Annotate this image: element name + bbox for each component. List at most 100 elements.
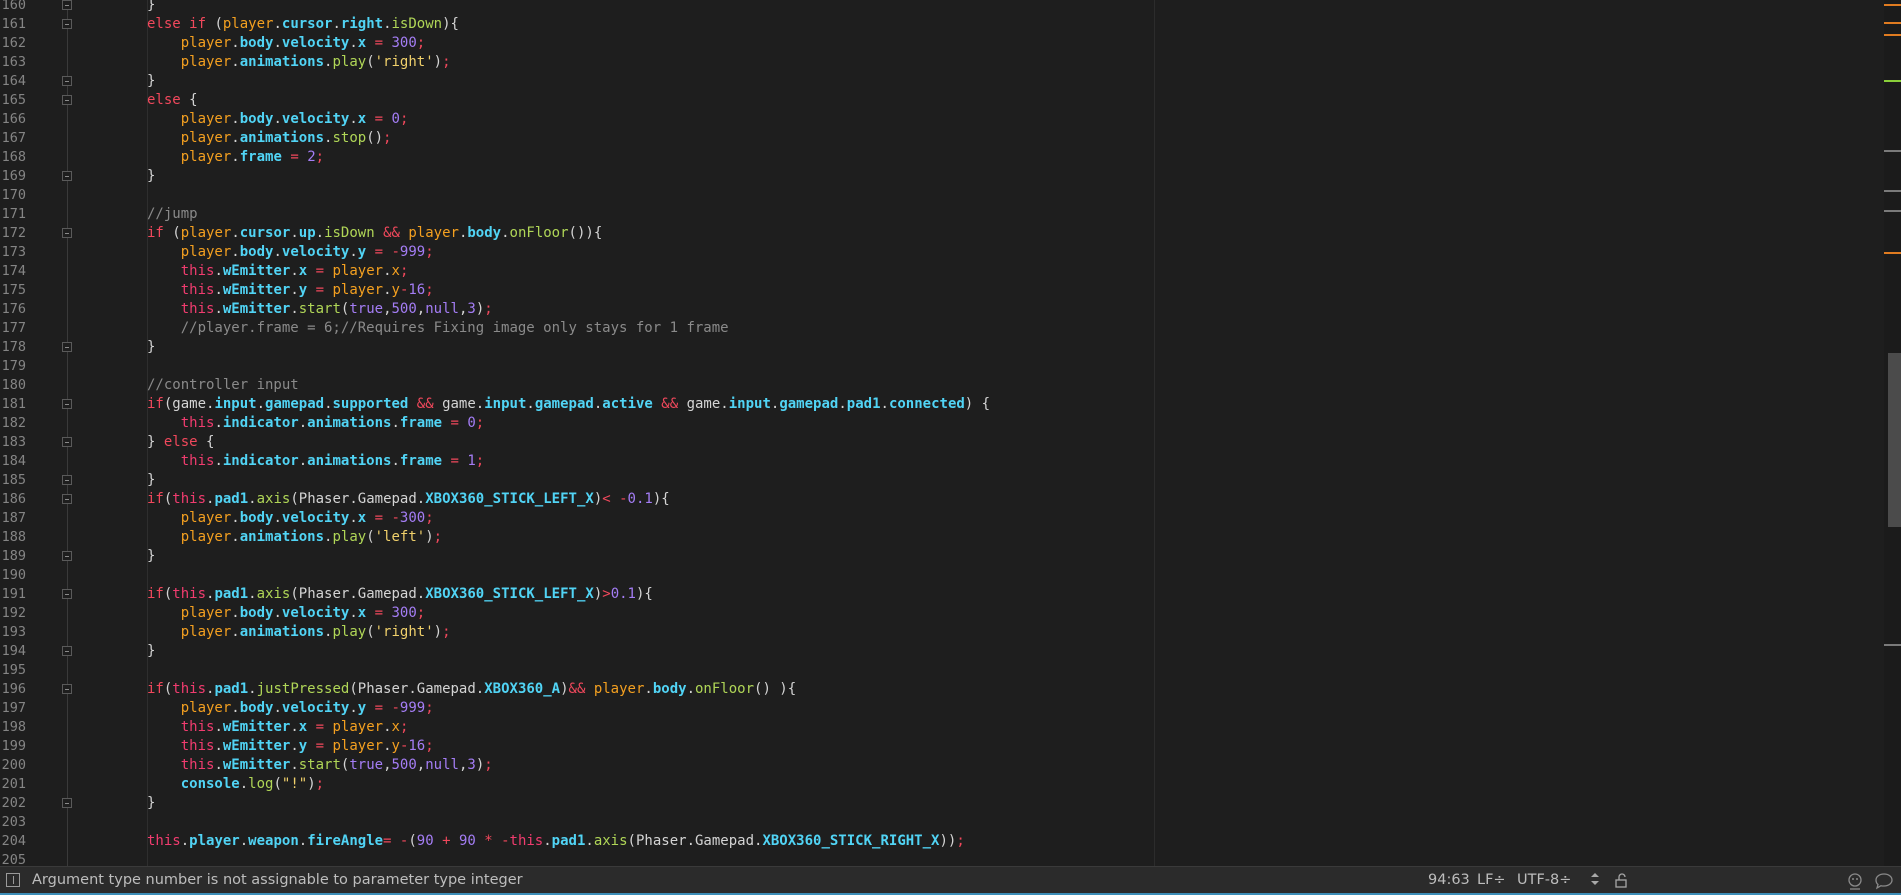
code-line[interactable]: 199 this.wEmitter.y = player.y-16; [0,737,1880,756]
code-lines[interactable]: 160} 161 else if (player.cursor.right.isDo… [0,0,1880,866]
code-line[interactable]: 166 player.body.velocity.x = 0; [0,110,1880,129]
code-line[interactable]: 200 this.wEmitter.start(true,500,null,3)… [0,756,1880,775]
scrollbar-marker[interactable] [1884,4,1901,6]
code-line[interactable]: 191 if(this.pad1.axis(Phaser.Gamepad.XBOX… [0,585,1880,604]
unlock-icon[interactable] [1613,872,1629,892]
code-line[interactable]: 164} [0,72,1880,91]
code-text[interactable]: player.body.velocity.x = 300; [147,34,426,53]
fold-toggle-icon[interactable] [62,551,72,561]
code-text[interactable]: } [147,642,155,661]
code-line[interactable]: 185} [0,471,1880,490]
code-text[interactable]: //controller input [147,376,299,395]
fold-toggle-icon[interactable] [62,95,72,105]
code-text[interactable]: player.frame = 2; [147,148,324,167]
scrollbar-marker[interactable] [1884,34,1901,36]
code-line[interactable]: 181 if(game.input.gamepad.supported && ga… [0,395,1880,414]
code-line[interactable]: 205 [0,851,1880,866]
code-line[interactable]: 188 player.animations.play('left'); [0,528,1880,547]
scrollbar-marker[interactable] [1884,150,1901,152]
code-line[interactable]: 177 //player.frame = 6;//Requires Fixing… [0,319,1880,338]
code-text[interactable]: } [147,547,155,566]
code-line[interactable]: 171 //jump [0,205,1880,224]
code-line[interactable]: 172 if (player.cursor.up.isDown && player… [0,224,1880,243]
code-line[interactable]: 192 player.body.velocity.x = 300; [0,604,1880,623]
code-text[interactable]: //player.frame = 6;//Requires Fixing ima… [147,319,729,338]
code-line[interactable]: 186 if(this.pad1.axis(Phaser.Gamepad.XBOX… [0,490,1880,509]
fold-toggle-icon[interactable] [62,646,72,656]
code-line[interactable]: 170 [0,186,1880,205]
code-text[interactable]: player.animations.stop(); [147,129,392,148]
fold-toggle-icon[interactable] [62,0,72,10]
code-line[interactable]: 165 else { [0,91,1880,110]
code-line[interactable]: 196 if(this.pad1.justPressed(Phaser.Gamep… [0,680,1880,699]
code-text[interactable]: } [147,471,155,490]
code-text[interactable]: player.body.velocity.y = -999; [147,243,434,262]
code-line[interactable]: 198 this.wEmitter.x = player.x; [0,718,1880,737]
code-line[interactable]: 201 console.log("!"); [0,775,1880,794]
code-line[interactable]: 180 //controller input [0,376,1880,395]
code-line[interactable]: 175 this.wEmitter.y = player.y-16; [0,281,1880,300]
fold-toggle-icon[interactable] [62,19,72,29]
code-line[interactable]: 162 player.body.velocity.x = 300; [0,34,1880,53]
code-line[interactable]: 203 [0,813,1880,832]
scrollbar-marker[interactable] [1884,252,1901,254]
code-text[interactable]: this.wEmitter.y = player.y-16; [147,281,434,300]
code-text[interactable]: this.wEmitter.x = player.x; [147,262,409,281]
code-text[interactable]: else if (player.cursor.right.isDown){ [147,15,459,34]
code-line[interactable]: 163 player.animations.play('right'); [0,53,1880,72]
code-text[interactable]: player.body.velocity.y = -999; [147,699,434,718]
code-text[interactable]: this.wEmitter.start(true,500,null,3); [147,300,493,319]
scrollbar-marker[interactable] [1884,210,1901,212]
code-line[interactable]: 184 this.indicator.animations.frame = 1; [0,452,1880,471]
code-line[interactable]: 204 this.player.weapon.fireAngle= -(90 + … [0,832,1880,851]
scrollbar-marker[interactable] [1884,80,1901,82]
code-text[interactable]: if(this.pad1.axis(Phaser.Gamepad.XBOX360… [147,585,653,604]
speech-bubble-icon[interactable] [1874,872,1894,894]
code-text[interactable]: } [147,0,155,15]
tool-window-toggle-icon[interactable] [6,873,20,887]
code-text[interactable]: else { [147,91,198,110]
code-line[interactable]: 169} [0,167,1880,186]
code-line[interactable]: 183} else { [0,433,1880,452]
code-line[interactable]: 173 player.body.velocity.y = -999; [0,243,1880,262]
code-text[interactable]: if(this.pad1.axis(Phaser.Gamepad.XBOX360… [147,490,670,509]
code-text[interactable]: } [147,72,155,91]
fold-toggle-icon[interactable] [62,76,72,86]
code-text[interactable]: this.indicator.animations.frame = 0; [147,414,485,433]
scrollbar-marker[interactable] [1884,190,1901,192]
code-line[interactable]: 179 [0,357,1880,376]
inspector-face-icon[interactable] [1846,872,1864,894]
code-text[interactable]: //jump [147,205,198,224]
code-text[interactable]: this.indicator.animations.frame = 1; [147,452,485,471]
fold-toggle-icon[interactable] [62,684,72,694]
code-line[interactable]: 190 [0,566,1880,585]
code-text[interactable]: } [147,338,155,357]
code-text[interactable]: if(game.input.gamepad.supported && game.… [147,395,990,414]
code-text[interactable]: this.wEmitter.y = player.y-16; [147,737,434,756]
code-text[interactable]: player.animations.play('right'); [147,623,451,642]
code-text[interactable]: } else { [147,433,214,452]
code-line[interactable]: 189} [0,547,1880,566]
fold-toggle-icon[interactable] [62,437,72,447]
code-line[interactable]: 176 this.wEmitter.start(true,500,null,3)… [0,300,1880,319]
code-text[interactable]: player.body.velocity.x = 0; [147,110,409,129]
fold-toggle-icon[interactable] [62,494,72,504]
code-text[interactable]: this.player.weapon.fireAngle= -(90 + 90 … [147,832,965,851]
scrollbar-marker[interactable] [1884,22,1901,24]
code-text[interactable]: player.body.velocity.x = -300; [147,509,434,528]
code-line[interactable]: 167 player.animations.stop(); [0,129,1880,148]
code-text[interactable]: this.wEmitter.start(true,500,null,3); [147,756,493,775]
code-line[interactable]: 187 player.body.velocity.x = -300; [0,509,1880,528]
caret-position[interactable]: 94:63 [1428,872,1470,888]
scrollbar-thumb[interactable] [1888,353,1901,527]
code-line[interactable]: 178} [0,338,1880,357]
code-text[interactable]: } [147,167,155,186]
code-line[interactable]: 197 player.body.velocity.y = -999; [0,699,1880,718]
code-text[interactable]: if (player.cursor.up.isDown && player.bo… [147,224,602,243]
code-line[interactable]: 193 player.animations.play('right'); [0,623,1880,642]
encoding-selector[interactable]: UTF-8÷ [1517,872,1571,888]
code-editor[interactable]: 160} 161 else if (player.cursor.right.isDo… [0,0,1901,866]
code-text[interactable]: player.animations.play('right'); [147,53,451,72]
code-line[interactable]: 168 player.frame = 2; [0,148,1880,167]
code-text[interactable]: player.body.velocity.x = 300; [147,604,426,623]
